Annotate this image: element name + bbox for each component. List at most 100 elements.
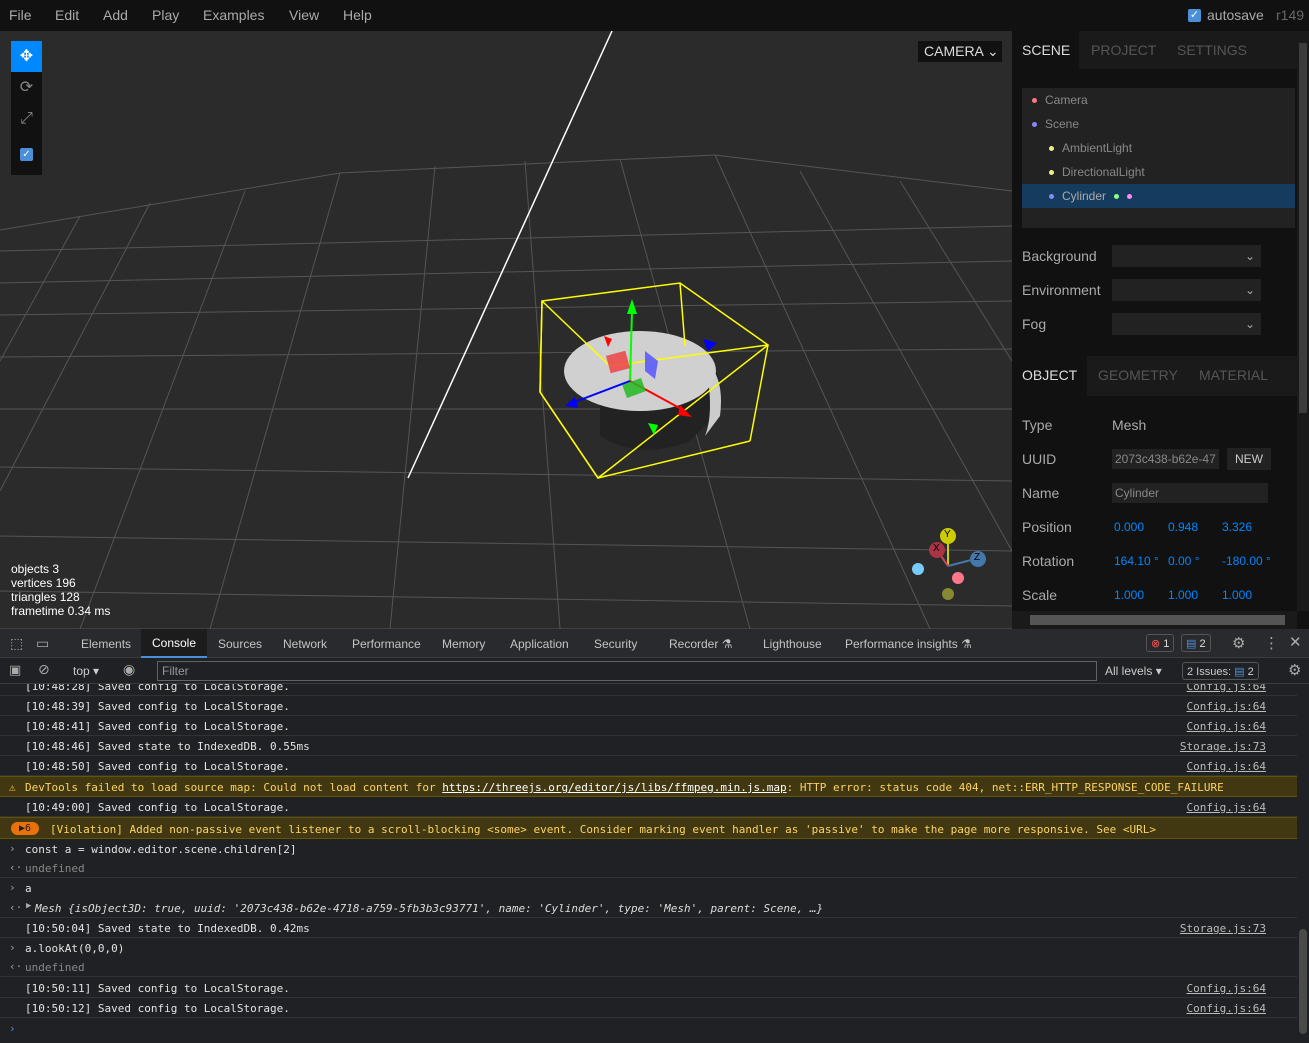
position-x[interactable]: 0.000 [1114,520,1144,534]
settings-gear-icon[interactable]: ⚙ [1232,634,1245,652]
tab-network[interactable]: Network [283,637,327,651]
sourcemap-link[interactable]: https://threejs.org/editor/js/libs/ffmpe… [442,781,786,794]
console-scroll-thumb[interactable] [1299,929,1307,1034]
rotation-y[interactable]: 0.00 ° [1168,554,1200,568]
uuid-field[interactable]: 2073c438-b62e-47 [1112,449,1219,469]
console-settings-gear-icon[interactable]: ⚙ [1288,661,1301,679]
tab-project[interactable]: PROJECT [1091,42,1156,58]
tab-recorder[interactable]: Recorder ⚗ [669,637,732,651]
local-checkbox-icon[interactable]: ✓ [11,137,42,168]
log-row[interactable]: [10:48:41] Saved config to LocalStorage.… [0,716,1297,736]
move-icon[interactable]: ✥ [11,41,42,72]
autosave-checkbox[interactable]: ✓ [1188,9,1201,22]
input-row[interactable]: › const a = window.editor.scene.children[… [0,839,1297,859]
inspect-icon[interactable]: ⬚ [10,635,23,652]
console-log[interactable]: [10:48:28] Saved config to LocalStorage.… [0,684,1297,1043]
log-row[interactable]: [10:50:04] Saved state to IndexedDB. 0.4… [0,918,1297,938]
scale-z[interactable]: 1.000 [1222,588,1252,602]
scale-y[interactable]: 1.000 [1168,588,1198,602]
background-select[interactable]: ⌄ [1112,245,1261,267]
tab-performance-insights[interactable]: Performance insights ⚗ [845,637,972,651]
context-select[interactable]: top ▾ [73,664,99,678]
error-count-badge[interactable]: ⊗ 1 [1146,634,1175,652]
outliner-item-scene[interactable]: Scene [1022,112,1295,136]
name-field[interactable]: Cylinder [1112,483,1268,503]
outliner-item-directionallight[interactable]: DirectionalLight [1022,160,1295,184]
tab-console[interactable]: Console [141,629,207,658]
rotation-z[interactable]: -180.00 ° [1222,554,1271,568]
outliner-item-camera[interactable]: Camera [1022,88,1295,112]
close-icon[interactable]: ✕ [1289,633,1302,651]
menu-help[interactable]: Help [343,7,372,23]
outliner-item-cylinder[interactable]: Cylinder [1022,184,1295,208]
log-row[interactable]: [10:49:00] Saved config to LocalStorage.… [0,797,1297,817]
menu-play[interactable]: Play [152,7,179,23]
background-label: Background [1022,248,1097,264]
log-row[interactable]: [10:48:50] Saved config to LocalStorage.… [0,756,1297,776]
tab-memory[interactable]: Memory [442,637,485,651]
log-row[interactable]: [10:50:11] Saved config to LocalStorage.… [0,977,1297,998]
outliner[interactable]: Camera Scene AmbientLight DirectionalLig… [1022,88,1295,228]
scale-label: Scale [1022,587,1058,603]
sidebar-hscroll-thumb[interactable] [1030,615,1285,625]
device-toggle-icon[interactable]: ▭ [36,635,49,652]
message-icon: ▤ [1186,638,1197,650]
tab-settings[interactable]: SETTINGS [1177,42,1247,58]
sidebar-scroll-thumb[interactable] [1299,43,1307,413]
flask-icon: ⚗ [961,637,972,651]
filter-input[interactable]: Filter [157,661,1097,681]
expand-triangle-icon[interactable]: ▶ [26,901,31,911]
position-y[interactable]: 0.948 [1168,520,1198,534]
scene-dot-icon [1032,122,1037,128]
menu-add[interactable]: Add [103,7,128,23]
menu-edit[interactable]: Edit [55,7,79,23]
tab-material[interactable]: MATERIAL [1199,367,1268,383]
input-row[interactable]: › a.lookAt(0,0,0) [0,938,1297,958]
position-z[interactable]: 3.326 [1222,520,1252,534]
menu-view[interactable]: View [289,7,319,23]
issues-badge[interactable]: 2 Issues: ▤ 2 [1182,662,1259,680]
tab-geometry[interactable]: GEOMETRY [1098,367,1178,383]
menu-file[interactable]: File [9,7,32,23]
tab-performance[interactable]: Performance [352,637,421,651]
tab-sources[interactable]: Sources [218,637,262,651]
clear-console-icon[interactable]: ⊘ [38,661,50,678]
warning-row[interactable]: ⚠ DevTools failed to load source map: Co… [0,776,1297,797]
material-dot-icon [1127,194,1133,200]
log-row[interactable]: [10:50:12] Saved config to LocalStorage.… [0,998,1297,1018]
transform-toolbar: ✥ ⟳ ⤢ ✓ [11,41,42,175]
outliner-item-ambientlight[interactable]: AmbientLight [1022,136,1295,160]
prompt-chevron-icon: › [9,941,16,954]
input-row[interactable]: › a [0,878,1297,898]
tab-object[interactable]: OBJECT [1022,367,1077,383]
log-row[interactable]: [10:48:28] Saved config to LocalStorage.… [0,684,1297,696]
fog-select[interactable]: ⌄ [1112,313,1261,335]
new-uuid-button[interactable]: NEW [1227,448,1271,470]
camera-select[interactable]: CAMERA ⌄ [918,41,1002,62]
console-prompt[interactable]: › [0,1018,1297,1043]
object-row[interactable]: ‹· ▶ Mesh {isObject3D: true, uuid: '2073c4… [0,898,1297,918]
rotate-icon[interactable]: ⟳ [11,72,42,103]
eye-icon[interactable]: ◉ [123,661,135,678]
scale-icon[interactable]: ⤢ [11,103,42,134]
log-row[interactable]: [10:48:39] Saved config to LocalStorage.… [0,696,1297,716]
autosave-label: autosave [1207,7,1264,23]
viewport[interactable]: Y Z X ✥ ⟳ ⤢ ✓ CAMERA ⌄ objects 3 vertice… [0,31,1012,629]
menu-examples[interactable]: Examples [203,7,264,23]
log-row[interactable]: [10:48:46] Saved state to IndexedDB. 0.5… [0,736,1297,756]
log-levels-select[interactable]: All levels ▾ [1105,664,1162,678]
position-label: Position [1022,519,1072,535]
rotation-x[interactable]: 164.10 ° [1114,554,1159,568]
message-count-badge[interactable]: ▤ 2 [1181,634,1211,652]
environment-select[interactable]: ⌄ [1112,279,1261,301]
tab-lighthouse[interactable]: Lighthouse [763,637,822,651]
scale-x[interactable]: 1.000 [1114,588,1144,602]
tab-application[interactable]: Application [510,637,569,651]
violation-row[interactable]: ▶6 [Violation] Added non-passive event l… [0,817,1297,839]
more-vert-icon[interactable]: ⋮ [1264,634,1279,652]
scene-canvas[interactable] [0,31,1012,629]
tab-security[interactable]: Security [594,637,637,651]
tab-elements[interactable]: Elements [81,637,131,651]
tab-scene[interactable]: SCENE [1022,42,1070,58]
sidebar-toggle-icon[interactable]: ▣ [9,662,21,678]
